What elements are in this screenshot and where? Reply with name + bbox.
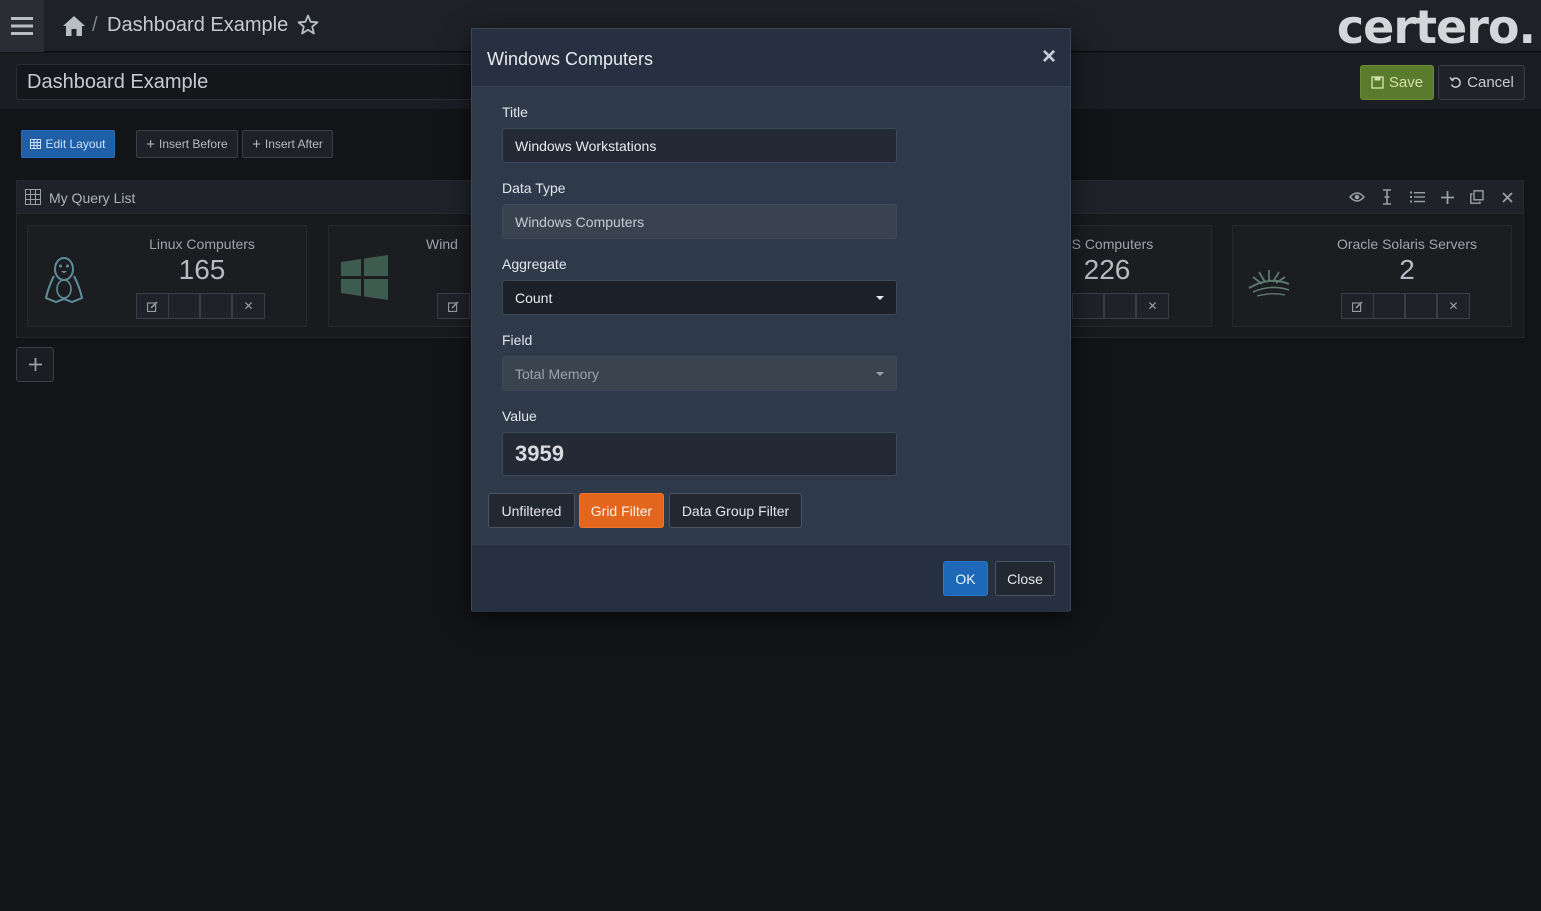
grid-icon <box>25 189 41 205</box>
card-actions: ✕ <box>136 293 265 319</box>
duplicate-icon[interactable] <box>1467 187 1487 207</box>
save-icon <box>1371 76 1384 89</box>
field-label: Field <box>502 332 533 348</box>
aggregate-select[interactable]: Count <box>502 280 897 315</box>
card-actions: ✕ <box>1341 293 1470 319</box>
value-display: 3959 <box>502 432 897 476</box>
dialog-header: Windows Computers × <box>472 29 1070 87</box>
undo-icon <box>1449 77 1461 88</box>
query-card-solaris: Oracle Solaris Servers 2 ✕ <box>1232 225 1512 327</box>
close-icon[interactable] <box>1497 187 1517 207</box>
remove-icon[interactable]: ✕ <box>232 293 265 319</box>
insert-before-button[interactable]: + Insert Before <box>136 130 238 158</box>
edit-layout-label: Edit Layout <box>45 137 106 151</box>
cancel-label: Cancel <box>1467 74 1514 91</box>
text-cursor-icon[interactable] <box>1377 187 1397 207</box>
remove-icon[interactable]: ✕ <box>1437 293 1470 319</box>
hamburger-icon <box>11 17 33 35</box>
home-icon[interactable] <box>60 12 88 40</box>
caret-down-icon[interactable] <box>1072 293 1105 319</box>
menu-button[interactable] <box>0 0 44 52</box>
table-icon <box>30 139 42 149</box>
plus-icon: + <box>252 135 261 153</box>
card-actions: ✕ <box>1072 293 1169 319</box>
data-type-field: Windows Computers <box>502 204 897 239</box>
dashboard-name-input[interactable]: Dashboard Example <box>16 64 472 100</box>
plus-icon <box>28 358 42 371</box>
caret-up-icon[interactable] <box>200 293 233 319</box>
data-type-label: Data Type <box>502 180 566 196</box>
card-title: Linux Computers <box>149 236 255 252</box>
cancel-button[interactable]: Cancel <box>1438 65 1525 100</box>
chevron-down-icon <box>876 371 884 376</box>
card-title: Oracle Solaris Servers <box>1336 236 1478 252</box>
dialog-footer: OK Close <box>472 544 1070 612</box>
chevron-down-icon <box>876 295 884 300</box>
dialog-close-icon[interactable]: × <box>1042 45 1056 69</box>
data-group-filter-button[interactable]: Data Group Filter <box>669 493 802 528</box>
title-label: Title <box>502 104 528 120</box>
insert-after-label: Insert After <box>264 137 323 151</box>
title-input[interactable]: Windows Workstations <box>502 128 897 163</box>
breadcrumb-title: Dashboard Example <box>107 14 289 36</box>
dialog-title: Windows Computers <box>487 49 654 69</box>
add-icon[interactable] <box>1437 187 1457 207</box>
linux-penguin-icon <box>44 257 84 304</box>
insert-before-label: Insert Before <box>159 137 228 151</box>
brand-logo: certero. <box>1336 0 1536 54</box>
card-value: 165 <box>178 254 226 285</box>
remove-icon[interactable]: ✕ <box>1136 293 1169 319</box>
unfiltered-button[interactable]: Unfiltered <box>488 493 575 528</box>
list-icon[interactable] <box>1407 187 1427 207</box>
insert-after-button[interactable]: + Insert After <box>242 130 333 158</box>
widget-dialog: Windows Computers × Title Windows Workst… <box>471 28 1071 612</box>
caret-up-icon[interactable] <box>1405 293 1438 319</box>
star-icon[interactable] <box>296 13 320 37</box>
aggregate-label: Aggregate <box>502 256 567 272</box>
grid-filter-button[interactable]: Grid Filter <box>579 493 664 528</box>
card-actions <box>437 293 470 319</box>
query-card-linux: Linux Computers 165 ✕ <box>27 225 307 327</box>
panel-title: My Query List <box>49 190 136 206</box>
dialog-body: Title Windows Workstations Data Type Win… <box>472 87 1070 544</box>
aggregate-selected: Count <box>515 289 553 306</box>
plus-icon: + <box>146 135 156 153</box>
caret-down-icon[interactable] <box>1373 293 1406 319</box>
edit-icon[interactable] <box>437 293 470 319</box>
save-label: Save <box>1388 74 1424 91</box>
ok-button[interactable]: OK <box>943 561 988 596</box>
panel-tools <box>1347 187 1517 207</box>
edit-icon[interactable] <box>1341 293 1374 319</box>
windows-logo-icon <box>341 255 388 300</box>
edit-icon[interactable] <box>136 293 169 319</box>
field-select[interactable]: Total Memory <box>502 356 897 391</box>
card-title: Wind <box>426 236 458 252</box>
card-value: 2 <box>1399 254 1415 285</box>
caret-up-icon[interactable] <box>1104 293 1137 319</box>
eye-icon[interactable] <box>1347 187 1367 207</box>
solaris-sun-icon <box>1248 270 1290 297</box>
breadcrumb-separator: / <box>92 14 98 36</box>
close-button[interactable]: Close <box>995 561 1055 596</box>
value-label: Value <box>502 408 537 424</box>
caret-down-icon[interactable] <box>168 293 201 319</box>
save-button[interactable]: Save <box>1360 65 1434 100</box>
field-selected: Total Memory <box>515 365 600 382</box>
add-widget-button[interactable] <box>16 347 54 382</box>
edit-layout-button[interactable]: Edit Layout <box>21 130 115 158</box>
